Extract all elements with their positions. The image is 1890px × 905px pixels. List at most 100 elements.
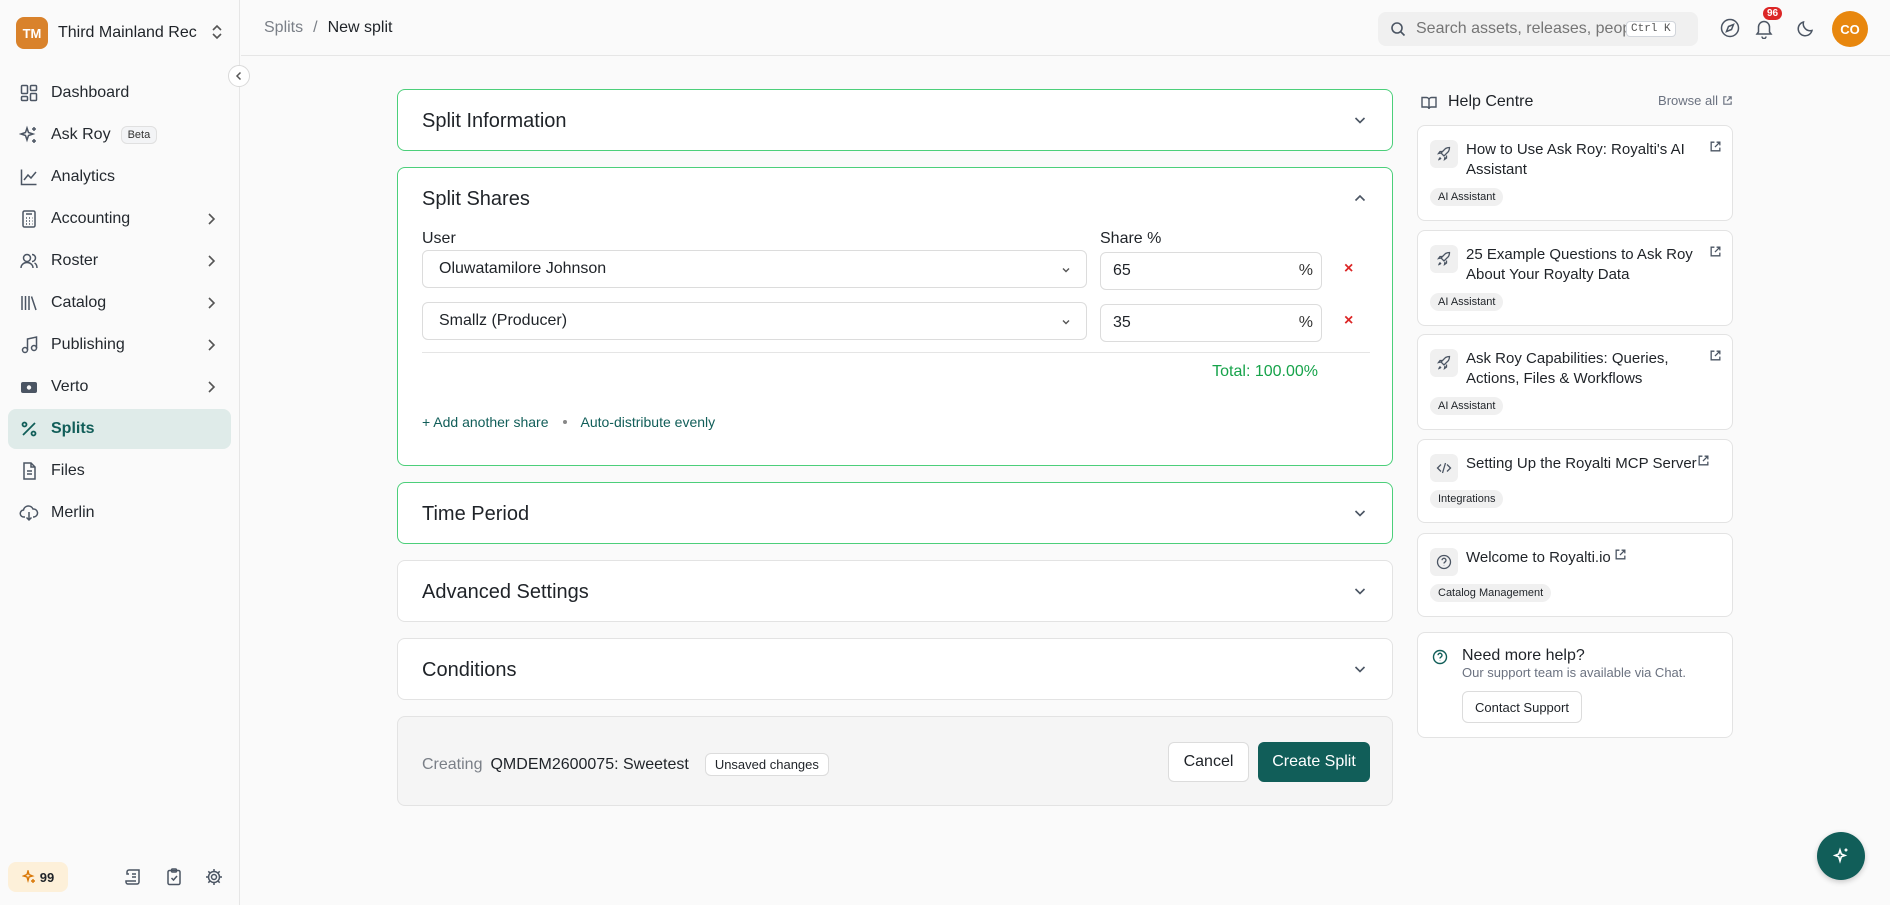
browse-all-link[interactable]: Browse all: [1658, 93, 1733, 108]
beta-badge: Beta: [120, 126, 158, 144]
chevron-down-icon: [1060, 316, 1072, 328]
chevron-right-icon: [203, 253, 219, 269]
sidebar-item-verto[interactable]: Verto: [8, 367, 231, 407]
section-title: Conditions: [422, 659, 517, 681]
add-share-link[interactable]: + Add another share: [422, 414, 549, 430]
rocket-icon: [1430, 349, 1458, 377]
gear-icon[interactable]: [204, 867, 224, 887]
chevron-up-icon[interactable]: [1352, 190, 1368, 206]
share-percent-input[interactable]: 35 %: [1100, 304, 1322, 342]
credits-badge[interactable]: 99: [8, 862, 68, 892]
section-title: Advanced Settings: [422, 581, 589, 603]
sidebar-item-accounting[interactable]: Accounting: [8, 199, 231, 239]
dashboard-icon: [19, 83, 39, 103]
help-article-title: Ask Roy Capabilities: Queries, Actions, …: [1466, 350, 1669, 387]
sidebar-item-label: Files: [51, 462, 85, 479]
percent-sign: %: [1298, 262, 1313, 279]
breadcrumb-current: New split: [327, 19, 393, 36]
users-icon: [19, 251, 39, 271]
music-note-icon: [19, 335, 39, 355]
user-avatar[interactable]: CO: [1832, 11, 1868, 47]
sidebar-item-analytics[interactable]: Analytics: [8, 157, 231, 197]
sidebar-item-publishing[interactable]: Publishing: [8, 325, 231, 365]
time-period-section[interactable]: Time Period: [397, 482, 1393, 544]
remove-share-button[interactable]: ×: [1344, 312, 1353, 330]
help-article-title: Welcome to Royalti.io: [1466, 549, 1611, 566]
sidebar-item-merlin[interactable]: Merlin: [8, 493, 231, 533]
chevron-left-icon: [234, 71, 244, 81]
clipboard-check-icon[interactable]: [164, 867, 184, 887]
chevron-down-icon: [1352, 661, 1368, 677]
sidebar-item-label: Publishing: [51, 336, 125, 353]
topbar: Splits / New split Ctrl K 96 CO: [241, 0, 1890, 56]
credits-count: 99: [39, 869, 55, 885]
chevron-right-icon: [203, 295, 219, 311]
sidebar-nav: Dashboard Ask Roy Beta Analytics Account…: [8, 73, 231, 535]
breadcrumb-splits-link[interactable]: Splits: [264, 19, 303, 37]
share-value: 65: [1113, 262, 1131, 279]
create-split-button[interactable]: Create Split: [1258, 742, 1370, 782]
code-icon: [1430, 454, 1458, 482]
cancel-button[interactable]: Cancel: [1168, 742, 1249, 782]
help-circle-icon: [1432, 649, 1448, 665]
sidebar-item-label: Analytics: [51, 168, 116, 185]
conditions-section[interactable]: Conditions: [397, 638, 1393, 700]
chevron-down-icon: [1060, 264, 1072, 276]
form-footer: Creating QMDEM2600075: Sweetest Unsaved …: [397, 716, 1393, 806]
user-select[interactable]: Smallz (Producer): [422, 302, 1087, 340]
org-switcher[interactable]: TM Third Mainland Rec...: [16, 17, 224, 49]
sidebar-item-ask-roy[interactable]: Ask Roy Beta: [8, 115, 231, 155]
sidebar-item-splits[interactable]: Splits: [8, 409, 231, 449]
global-search[interactable]: Ctrl K: [1378, 12, 1698, 46]
help-article-card[interactable]: How to Use Ask Roy: Royalti's AI Assista…: [1417, 125, 1733, 221]
help-article-card[interactable]: Welcome to Royalti.io Catalog Management: [1417, 533, 1733, 617]
compass-icon[interactable]: [1719, 17, 1741, 39]
share-value: 35: [1113, 314, 1131, 331]
user-select[interactable]: Oluwatamilore Johnson: [422, 250, 1087, 288]
section-title: Split Information: [422, 110, 567, 132]
scroll-icon[interactable]: [124, 867, 144, 887]
search-input[interactable]: [1416, 20, 1626, 38]
share-column-label: Share %: [1100, 230, 1162, 247]
sidebar-item-files[interactable]: Files: [8, 451, 231, 491]
sparkle-icon: [1831, 846, 1851, 866]
search-icon: [1390, 21, 1406, 37]
external-link-icon: [1709, 140, 1722, 153]
file-icon: [19, 461, 39, 481]
remove-share-button[interactable]: ×: [1344, 260, 1353, 278]
help-article-card[interactable]: Setting Up the Royalti MCP Server Integr…: [1417, 439, 1733, 523]
sidebar-item-dashboard[interactable]: Dashboard: [8, 73, 231, 113]
contact-support-button[interactable]: Contact Support: [1462, 691, 1582, 723]
bell-icon[interactable]: [1753, 17, 1775, 39]
notification-count: 96: [1763, 7, 1783, 20]
unsaved-badge: Unsaved changes: [704, 753, 829, 776]
section-title: Split Shares: [422, 188, 530, 210]
split-information-section[interactable]: Split Information: [397, 89, 1393, 151]
auto-distribute-link[interactable]: Auto-distribute evenly: [581, 414, 716, 430]
sidebar-item-label: Splits: [51, 420, 95, 437]
chevron-right-icon: [203, 211, 219, 227]
external-link-icon: [1697, 454, 1710, 467]
help-circle-icon: [1430, 548, 1458, 576]
ai-assistant-button[interactable]: [1817, 832, 1865, 880]
share-percent-input[interactable]: 65 %: [1100, 252, 1322, 290]
support-description: Our support team is available via Chat.: [1462, 665, 1686, 680]
moon-icon[interactable]: [1795, 17, 1817, 39]
divider: [422, 352, 1370, 353]
collapse-sidebar-button[interactable]: [228, 65, 250, 87]
help-article-card[interactable]: Ask Roy Capabilities: Queries, Actions, …: [1417, 334, 1733, 430]
help-article-tag: Catalog Management: [1430, 584, 1552, 602]
sidebar-item-catalog[interactable]: Catalog: [8, 283, 231, 323]
chevrons-up-down-icon: [210, 23, 224, 41]
cloud-download-icon: [19, 503, 39, 523]
creating-label: Creating: [422, 755, 483, 773]
help-centre-title: Help Centre: [1448, 93, 1534, 110]
help-article-title: 25 Example Questions to Ask Roy About Yo…: [1466, 246, 1693, 283]
advanced-settings-section[interactable]: Advanced Settings: [397, 560, 1393, 622]
sparkle-icon: [21, 870, 36, 884]
sidebar-item-label: Catalog: [51, 294, 107, 311]
help-article-card[interactable]: 25 Example Questions to Ask Roy About Yo…: [1417, 230, 1733, 326]
sidebar-item-roster[interactable]: Roster: [8, 241, 231, 281]
sidebar-item-label: Merlin: [51, 504, 95, 521]
sidebar-item-label: Dashboard: [51, 84, 130, 101]
